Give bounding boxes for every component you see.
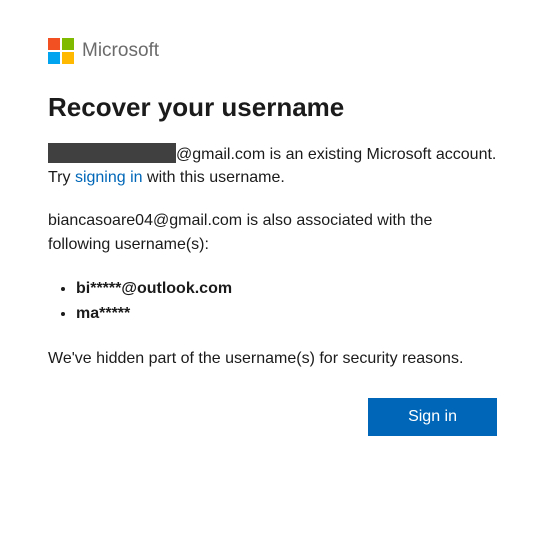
brand-text: Microsoft	[82, 40, 159, 62]
associated-email: biancasoare04@gmail.com	[48, 212, 242, 229]
list-item: ma*****	[76, 301, 497, 327]
signing-in-link[interactable]: signing in	[75, 169, 143, 186]
existing-text-2: with this username.	[143, 169, 285, 186]
page-title: Recover your username	[48, 92, 497, 123]
logo-row: Microsoft	[48, 38, 497, 64]
existing-account-paragraph: @gmail.com is an existing Microsoft acco…	[48, 143, 497, 189]
username-list: bi*****@outlook.com ma*****	[48, 276, 497, 327]
sign-in-button[interactable]: Sign in	[368, 398, 497, 436]
email-domain: @gmail.com	[176, 146, 265, 163]
list-item: bi*****@outlook.com	[76, 276, 497, 302]
redacted-email-prefix	[48, 143, 176, 163]
microsoft-logo-icon	[48, 38, 74, 64]
button-row: Sign in	[48, 398, 497, 436]
hidden-notice: We've hidden part of the username(s) for…	[48, 347, 497, 370]
associated-paragraph: biancasoare04@gmail.com is also associat…	[48, 209, 497, 255]
